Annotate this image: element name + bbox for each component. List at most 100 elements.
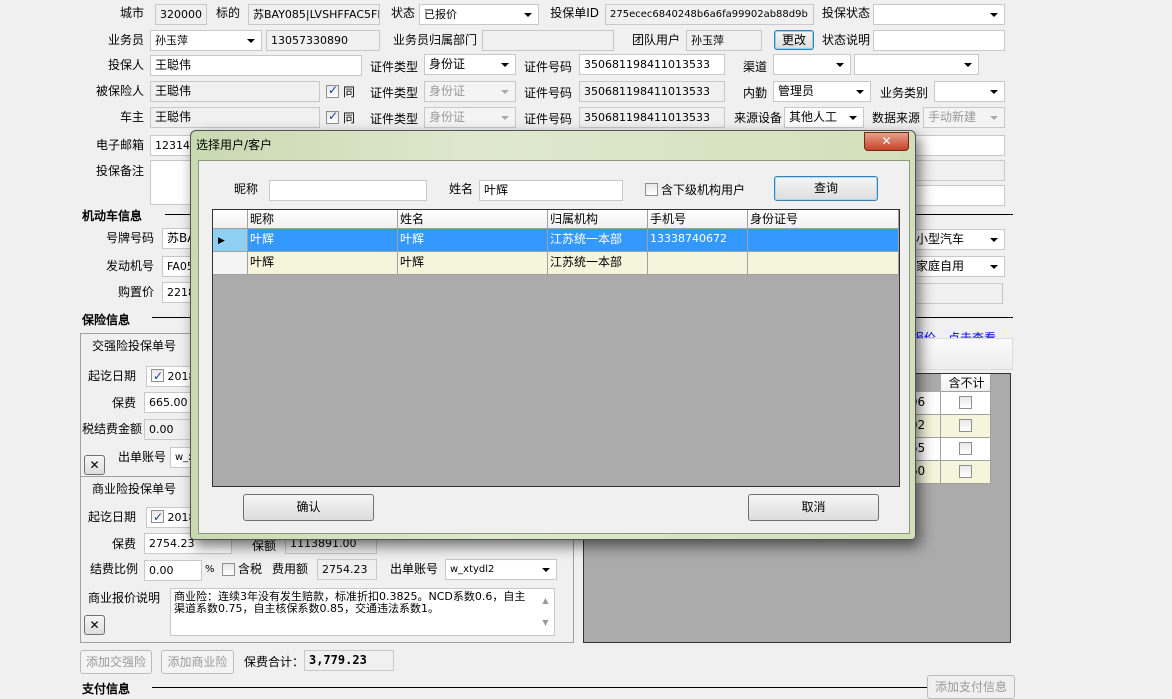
owner-id-no-field[interactable]: 350681198411013533 [579, 107, 725, 128]
cancel-button[interactable]: 取消 [748, 494, 879, 521]
table-cell[interactable] [748, 229, 899, 252]
nondeduct-checkbox[interactable] [959, 442, 972, 455]
insure-status-select[interactable] [873, 4, 1005, 25]
policy-id-field[interactable]: 275ecec6840248b6a6fa99902ab88d9b [605, 4, 814, 25]
id-type-label: 证件类型 [369, 60, 418, 74]
total-field: 3,779.23 [304, 650, 394, 671]
insured-id-no-field[interactable]: 350681198411013533 [579, 81, 725, 102]
status-select[interactable]: 已报价 [419, 4, 539, 25]
owner-field[interactable]: 王聪伟 [150, 107, 320, 128]
owner-id-type-label: 证件类型 [369, 112, 418, 126]
owner-id-type-select[interactable]: 身份证 [424, 107, 516, 128]
nondeduct-checkbox[interactable] [959, 419, 972, 432]
bi-date-checkbox[interactable] [151, 508, 164, 527]
right-field-1[interactable] [915, 135, 1005, 156]
email-label: 电子邮箱 [95, 138, 144, 152]
biz-type-select[interactable] [934, 81, 1005, 102]
nondeduct-checkbox-cell[interactable] [941, 438, 991, 461]
team-user-field[interactable]: 孙玉萍 [686, 30, 762, 51]
salesman-dept-field[interactable] [482, 30, 614, 51]
channel-select[interactable] [773, 54, 851, 75]
data-source-select[interactable]: 手动新建 [923, 107, 1005, 128]
bi-account-select[interactable]: w_xtydl2 [445, 559, 557, 580]
source-device-select[interactable]: 其他人工 [784, 107, 864, 128]
table-cell[interactable]: 叶辉 [398, 252, 548, 275]
ci-account-label: 出单账号 [118, 450, 167, 464]
city-field[interactable]: 320000 [155, 4, 207, 25]
table-cell[interactable]: 江苏统一本部 [548, 252, 648, 275]
row-selector[interactable]: ▶ [213, 229, 248, 252]
vehicle-extra-field[interactable] [905, 283, 1003, 304]
status-desc-field[interactable] [873, 30, 1005, 51]
bi-remove-button[interactable]: ✕ [84, 615, 105, 635]
nickname-input[interactable] [269, 180, 427, 201]
col-header-org[interactable]: 归属机构 [548, 210, 648, 229]
insured-field[interactable]: 王聪伟 [150, 81, 320, 102]
add-payment-button[interactable]: 添加支付信息 [927, 675, 1015, 699]
usage-select[interactable]: 家庭自用 [905, 256, 1005, 277]
fee-field[interactable]: 2754.23 [317, 559, 377, 580]
nondeduct-checkbox-cell[interactable] [941, 415, 991, 438]
dialog-body: 昵称 姓名 叶辉 含下级机构用户 查询 昵称 姓名 归属机构 手机号 身份证号 … [198, 160, 910, 534]
add-bi-button[interactable]: 添加商业险 [161, 650, 234, 674]
id-no-field[interactable]: 350681198411013533 [579, 54, 725, 75]
ci-remove-button[interactable]: ✕ [84, 455, 105, 475]
right-field-3[interactable] [915, 185, 1005, 206]
percent-sign: % [205, 564, 215, 575]
right-field-2[interactable] [915, 160, 1005, 181]
tax-included-checkbox[interactable] [222, 563, 235, 576]
sub-org-checkbox[interactable] [645, 183, 658, 196]
vehicle-type-select[interactable]: 小型汽车 [905, 229, 1005, 250]
ci-premium-field[interactable]: 665.00 [144, 392, 194, 413]
col-header-phone[interactable]: 手机号 [648, 210, 748, 229]
table-cell[interactable] [648, 252, 748, 275]
add-ci-button[interactable]: 添加交强险 [80, 650, 152, 674]
nondeduct-checkbox[interactable] [959, 465, 972, 478]
applicant-field[interactable]: 王聪伟 [150, 55, 362, 76]
ci-date-checkbox[interactable] [151, 367, 164, 386]
quote-desc-textarea[interactable]: 商业险：连续3年没有发生赔款，标准折扣0.3825。NCD系数0.6，自主渠道系… [170, 588, 555, 636]
table-cell[interactable]: 13338740672 [648, 229, 748, 252]
table-cell[interactable] [748, 252, 899, 275]
col-header-name[interactable]: 姓名 [398, 210, 548, 229]
tax-label: 税结费金额 [82, 422, 143, 436]
dialog-close-button[interactable]: ✕ [864, 132, 909, 151]
quote-desc-scrollbar[interactable]: ▲ ▼ [538, 590, 553, 634]
table-cell[interactable]: 叶辉 [398, 229, 548, 252]
source-device-label: 来源设备 [733, 111, 782, 125]
id-type-select[interactable]: 身份证 [424, 54, 516, 75]
nickname-label: 昵称 [234, 182, 259, 196]
change-button[interactable]: 更改 [774, 30, 814, 50]
nondeduct-checkbox-cell[interactable] [941, 461, 991, 484]
insured-same-checkbox[interactable] [326, 83, 339, 98]
col-header-nickname[interactable]: 昵称 [248, 210, 398, 229]
ci-date-field[interactable]: 2018 [146, 366, 196, 387]
confirm-button[interactable]: 确认 [243, 494, 374, 521]
ratio-field[interactable]: 0.00 [144, 560, 202, 581]
id-no-label: 证件号码 [523, 60, 572, 74]
insured-id-type-select[interactable]: 身份证 [424, 81, 516, 102]
internal-select[interactable]: 管理员 [773, 81, 871, 102]
table-cell[interactable]: 叶辉 [248, 252, 398, 275]
total-label: 保费合计： [244, 655, 305, 669]
channel-sub-select[interactable] [854, 54, 979, 75]
target-field[interactable]: 苏BAY085|LVSHFFAC5FF3 [248, 4, 380, 25]
table-cell[interactable]: 叶辉 [248, 229, 398, 252]
query-button[interactable]: 查询 [774, 176, 878, 201]
col-header-id[interactable]: 身份证号 [748, 210, 899, 229]
nondeduct-checkbox[interactable] [959, 396, 972, 409]
salesman-phone-field[interactable]: 13057330890 [266, 30, 380, 51]
row-selector[interactable] [213, 252, 248, 275]
ratio-label: 结费比例 [90, 562, 139, 576]
bi-date-field[interactable]: 2018 [146, 507, 196, 528]
name-input[interactable]: 叶辉 [479, 180, 623, 201]
sub-org-label: 含下级机构用户 [661, 183, 746, 197]
owner-same-checkbox[interactable] [326, 109, 339, 124]
tax-field[interactable]: 0.00 [144, 419, 194, 440]
bi-premium-label: 保费 [111, 537, 136, 551]
salesman-select[interactable]: 孙玉萍 [150, 30, 262, 51]
fee-label: 费用额 [272, 562, 309, 576]
nondeduct-checkbox-cell[interactable] [941, 392, 991, 415]
plate-label: 号牌号码 [105, 231, 154, 245]
table-cell[interactable]: 江苏统一本部 [548, 229, 648, 252]
